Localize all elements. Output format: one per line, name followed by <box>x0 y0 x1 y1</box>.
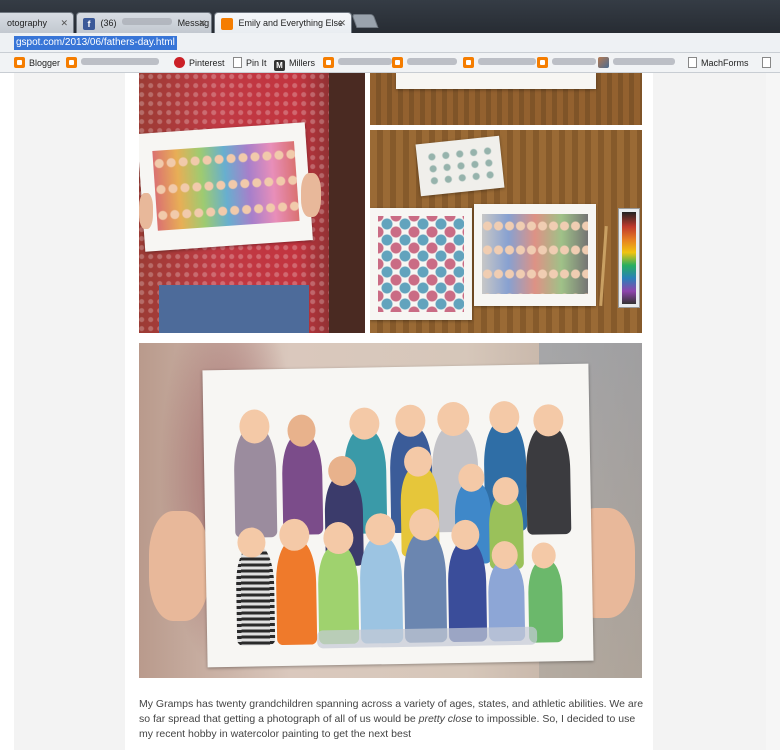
bookmark-overflow[interactable] <box>762 56 775 70</box>
page-icon <box>762 57 771 68</box>
new-tab-button[interactable] <box>351 14 379 28</box>
page-icon <box>233 57 242 68</box>
blogger-icon <box>66 57 77 68</box>
blogger-icon <box>14 57 25 68</box>
close-icon[interactable]: ✕ <box>338 13 346 33</box>
watercolor-painting-draft <box>474 204 596 306</box>
photo-paintings-top <box>370 73 642 125</box>
watercolor-family-painting <box>202 363 594 668</box>
close-icon[interactable]: ✕ <box>60 13 68 33</box>
photo-palette-and-paintings <box>370 130 642 333</box>
tab-label: otography <box>7 18 48 28</box>
bookmark-redacted[interactable] <box>598 56 675 70</box>
blog-post: My Gramps has twenty grandchildren spann… <box>125 73 653 750</box>
blogger-icon <box>537 57 548 68</box>
tab-photography[interactable]: otography ✕ <box>0 12 74 33</box>
color-swatch-sheet <box>370 208 472 320</box>
bookmark-redacted[interactable] <box>463 56 536 70</box>
redacted-text <box>338 58 392 65</box>
photo-family-painting <box>139 343 642 678</box>
close-icon[interactable]: ✕ <box>198 13 206 33</box>
redacted-text <box>81 58 159 65</box>
photo-girl-holding-painting <box>139 73 365 333</box>
paint-palette <box>618 208 640 308</box>
scrollbar[interactable] <box>766 73 780 750</box>
bookmark-machforms[interactable]: MachForms <box>688 56 749 70</box>
address-bar[interactable]: gspot.com/2013/06/fathers-day.html <box>0 33 780 53</box>
tab-strip: otography ✕ f (36) Messag ✕ Emily and Ev… <box>0 0 780 33</box>
bookmark-label: MachForms <box>701 58 749 68</box>
bookmark-blogger[interactable]: Blogger <box>14 56 60 70</box>
page-icon <box>688 57 697 68</box>
bookmark-redacted[interactable] <box>66 56 159 70</box>
bookmark-label: Pinterest <box>189 58 225 68</box>
blogger-icon <box>463 57 474 68</box>
bookmark-millers[interactable]: M Millers <box>274 56 315 71</box>
page-viewport: My Gramps has twenty grandchildren spann… <box>14 73 766 750</box>
bookmarks-bar: Blogger Pinterest Pin It M Millers MachFo… <box>0 53 780 73</box>
paragraph-emphasis: pretty close <box>418 713 473 725</box>
redacted-text <box>122 18 173 25</box>
bookmark-redacted[interactable] <box>537 56 596 70</box>
post-paragraph: My Gramps has twenty grandchildren spann… <box>139 697 649 742</box>
photo-icon <box>598 57 609 68</box>
tab-facebook[interactable]: f (36) Messag ✕ <box>76 12 212 33</box>
left-hand <box>149 511 209 621</box>
bookmark-pin-it[interactable]: Pin It <box>233 56 267 70</box>
blogger-icon <box>221 17 233 30</box>
url-text[interactable]: gspot.com/2013/06/fathers-day.html <box>14 36 177 50</box>
bookmark-redacted[interactable] <box>323 56 392 70</box>
bookmark-label: Millers <box>289 58 315 68</box>
bookmark-label: Pin It <box>246 58 267 68</box>
blogger-icon <box>323 57 334 68</box>
blogger-icon <box>392 57 403 68</box>
m-icon: M <box>274 60 285 71</box>
tab-emily-blog[interactable]: Emily and Everything Else ✕ <box>214 12 352 33</box>
watercolor-painting-small <box>139 122 313 252</box>
pinterest-icon <box>174 57 185 68</box>
redacted-text <box>407 58 457 65</box>
bookmark-redacted[interactable] <box>392 56 457 70</box>
paper-towel <box>415 135 505 197</box>
bookmark-label: Blogger <box>29 58 61 68</box>
redacted-text <box>478 58 536 65</box>
redacted-text <box>552 58 596 65</box>
tab-label: Emily and Everything Else <box>238 18 344 28</box>
facebook-icon: f <box>83 17 95 30</box>
redacted-text <box>613 58 675 65</box>
bookmark-pinterest[interactable]: Pinterest <box>174 56 225 70</box>
tab-label: (36) <box>100 18 117 28</box>
